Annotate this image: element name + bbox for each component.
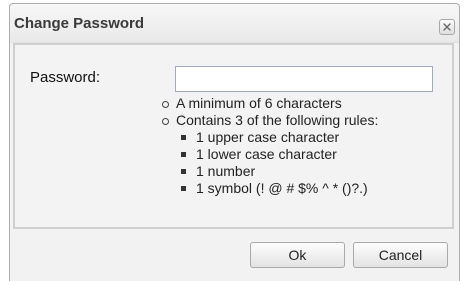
rule-contains-header: Contains 3 of the following rules:	[162, 112, 378, 129]
rule-item: 1 symbol (! @ # $% ^ * ()?.)	[162, 180, 378, 197]
password-input[interactable]	[175, 66, 433, 92]
rule-item-text: 1 symbol (! @ # $% ^ * ()?.)	[196, 180, 368, 196]
rule-item: 1 lower case character	[162, 146, 378, 163]
square-bullet-icon	[181, 169, 186, 174]
dialog-titlebar[interactable]: Change Password	[10, 4, 459, 43]
rule-min-length-text: A minimum of 6 characters	[176, 95, 342, 111]
rule-item-text: 1 upper case character	[196, 129, 340, 145]
dialog-title: Change Password	[14, 15, 145, 32]
rule-contains-header-text: Contains 3 of the following rules:	[176, 112, 379, 128]
circle-bullet-icon	[162, 101, 169, 108]
rule-item: 1 number	[162, 163, 378, 180]
square-bullet-icon	[181, 186, 186, 191]
password-rules-list: A minimum of 6 characters Contains 3 of …	[162, 95, 378, 197]
close-button[interactable]	[439, 19, 455, 35]
square-bullet-icon	[181, 152, 186, 157]
password-label: Password:	[30, 69, 101, 86]
close-x-icon	[443, 23, 451, 31]
rule-min-length: A minimum of 6 characters	[162, 95, 378, 112]
rule-item: 1 upper case character	[162, 129, 378, 146]
rule-item-text: 1 lower case character	[196, 146, 337, 162]
square-bullet-icon	[181, 135, 186, 140]
ok-button[interactable]: Ok	[250, 242, 345, 268]
rule-item-text: 1 number	[196, 163, 256, 179]
cancel-button[interactable]: Cancel	[353, 242, 448, 268]
circle-bullet-icon	[162, 118, 169, 125]
